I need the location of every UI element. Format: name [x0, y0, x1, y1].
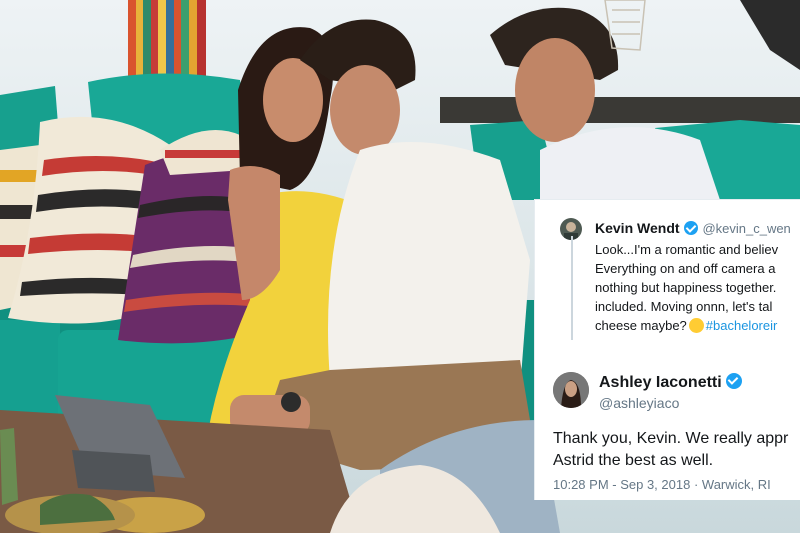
verified-badge-icon: [726, 373, 743, 389]
tweet-author-name[interactable]: Kevin Wendt: [595, 220, 680, 236]
reply-author-handle[interactable]: @ashleyiaco: [599, 395, 679, 411]
tweet-line-2: Everything on and off camera a: [595, 261, 776, 276]
reply-author-name[interactable]: Ashley Iaconetti: [599, 374, 722, 391]
tweet-line-4: included. Moving onnn, let's tal: [595, 299, 773, 314]
tweet-author-handle[interactable]: @kevin_c_wen: [702, 221, 790, 236]
tweet-line-3: nothing but happiness together.: [595, 280, 777, 295]
meta-separator: ·: [693, 477, 699, 492]
hashtag-link[interactable]: #bacheloreir: [706, 318, 778, 333]
tweet-location[interactable]: Warwick, RI: [702, 477, 771, 492]
upside-down-face-icon: [688, 318, 704, 333]
tweet-line-1: Look...I'm a romantic and believ: [595, 242, 779, 257]
verified-badge-icon: [683, 221, 698, 235]
tweet-line-5: cheese maybe?: [595, 318, 687, 333]
reply-line-2: Astrid the best as well.: [553, 452, 714, 469]
thread-line: [571, 236, 573, 340]
tweet-screenshot: Kevin Wendt @kevin_c_wen Look...I'm a ro…: [534, 199, 800, 500]
ashley-avatar: [553, 372, 589, 408]
tweet-timestamp[interactable]: 10:28 PM - Sep 3, 2018: [553, 477, 690, 492]
reply-line-1: Thank you, Kevin. We really appr: [553, 430, 789, 447]
